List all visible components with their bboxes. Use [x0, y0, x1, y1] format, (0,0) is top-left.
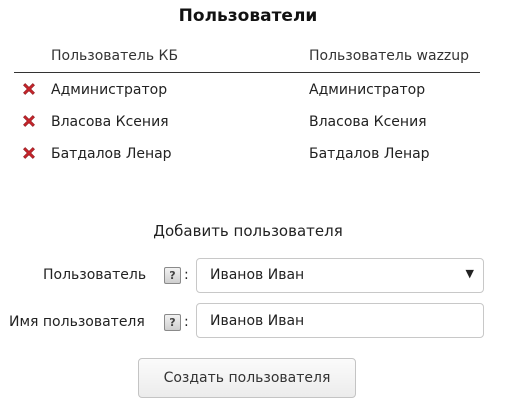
table-row: Батдалов Ленар Батдалов Ленар [14, 138, 480, 170]
users-page: Пользователи Пользователь КБ Пользовател… [0, 0, 506, 416]
label-colon: : [184, 314, 189, 330]
table-header: Пользователь КБ Пользователь wazzup [14, 45, 480, 73]
user-select[interactable]: Иванов Иван ▼ [196, 258, 484, 293]
header-wazzup-user: Пользователь wazzup [309, 48, 470, 64]
username-label: Имя пользователя [9, 314, 145, 330]
help-icon[interactable]: ? [164, 267, 181, 284]
users-table: Пользователь КБ Пользователь wazzup Адми… [14, 45, 480, 170]
help-icon[interactable]: ? [164, 314, 181, 331]
row-wazzup-user: Администратор [309, 82, 426, 98]
red-x-icon [23, 83, 35, 95]
red-x-icon [23, 115, 35, 127]
add-user-title: Добавить пользователя [153, 222, 343, 240]
table-row: Администратор Администратор [14, 74, 480, 106]
row-kb-user: Власова Ксения [51, 114, 169, 130]
page-title: Пользователи [178, 6, 318, 26]
create-user-button[interactable]: Создать пользователя [138, 358, 356, 398]
dropdown-arrow-icon: ▼ [465, 267, 474, 280]
row-wazzup-user: Власова Ксения [309, 114, 427, 130]
user-select-label: Пользователь [43, 267, 147, 283]
row-kb-user: Батдалов Ленар [51, 146, 172, 162]
row-wazzup-user: Батдалов Ленар [309, 146, 430, 162]
user-select-value: Иванов Иван [210, 267, 305, 283]
label-colon: : [184, 267, 189, 283]
delete-icon[interactable] [21, 113, 37, 129]
row-kb-user: Администратор [51, 82, 168, 98]
table-row: Власова Ксения Власова Ксения [14, 106, 480, 138]
header-kb-user: Пользователь КБ [51, 48, 179, 64]
delete-icon[interactable] [21, 81, 37, 97]
username-input[interactable] [196, 303, 484, 338]
red-x-icon [23, 147, 35, 159]
delete-icon[interactable] [21, 145, 37, 161]
